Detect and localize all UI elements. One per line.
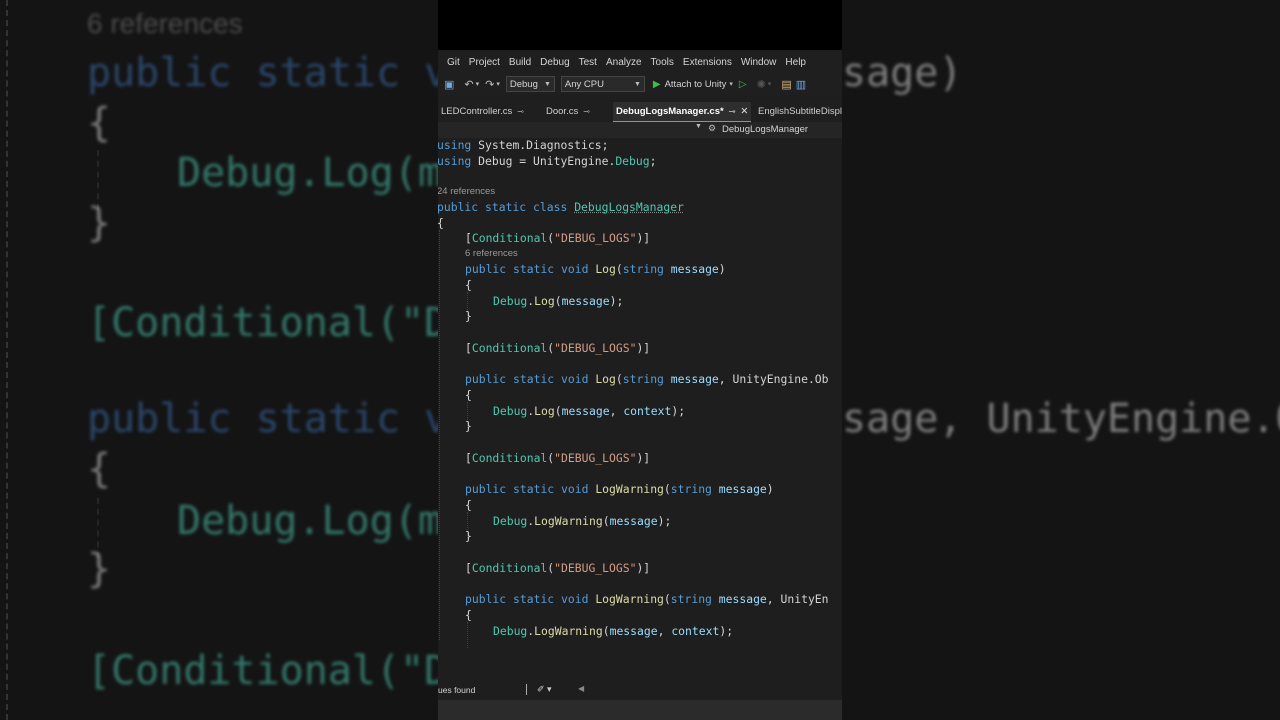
navigation-bar: ▼ ⚙ DebugLogsManager: [438, 122, 842, 138]
pin-icon[interactable]: ⊸: [583, 107, 590, 116]
platform-select[interactable]: Any CPU ▼: [560, 76, 645, 92]
toolbar: ▣ ↶ ▾ ↷ ▾ Debug ▼ Any CPU ▼ ▶ Attach to …: [438, 73, 842, 95]
bg-line: Debug.Log(me: [177, 150, 466, 196]
attach-dropdown-icon[interactable]: ▾: [729, 80, 733, 88]
menu-git[interactable]: Git: [447, 57, 460, 68]
code-line: Debug.LogWarning(message, context);: [493, 624, 734, 638]
bg-line: public static vo: [87, 50, 473, 96]
bg-references: 6 references: [87, 8, 243, 39]
start-without-debug-icon[interactable]: ▷: [739, 79, 747, 90]
tab-englishsubtitledisplay[interactable]: EnglishSubtitleDispla: [755, 102, 842, 121]
code-line: }: [465, 419, 472, 433]
code-line: {: [465, 498, 472, 512]
code-line: public static void Log(string message, U…: [465, 372, 829, 386]
folder-icon[interactable]: ▤: [781, 78, 791, 91]
code-line: }: [465, 529, 472, 543]
configuration-select[interactable]: Debug ▼: [505, 76, 555, 92]
code-line: using Debug = UnityEngine.Debug;: [438, 154, 657, 168]
bg-line: Debug.Log(me: [177, 498, 466, 544]
code-line: [Conditional("DEBUG_LOGS")]: [465, 231, 651, 245]
document-tabs: LEDController.cs ⊸ Door.cs ⊸ DebugLogsMana…: [438, 102, 842, 123]
close-icon[interactable]: ✕: [740, 106, 748, 117]
bg-line: {: [87, 446, 112, 492]
code-line: {: [465, 278, 472, 292]
bottom-bar: [438, 700, 842, 720]
menu-test[interactable]: Test: [579, 57, 597, 68]
save-all-icon[interactable]: ▣: [444, 78, 454, 91]
bg-line: }: [87, 546, 112, 592]
platform-value: Any CPU: [564, 78, 604, 90]
editor-status-bar: ues found ✐ ▾ ◀: [438, 683, 842, 697]
status-separator: [526, 684, 527, 695]
undo-dropdown-icon[interactable]: ▾: [476, 80, 480, 88]
menu-help[interactable]: Help: [785, 57, 806, 68]
pin-icon[interactable]: ⊸: [517, 107, 524, 116]
undo-icon[interactable]: ↶: [464, 78, 473, 91]
indent-guide: [439, 230, 440, 640]
code-line: [Conditional("DEBUG_LOGS")]: [465, 451, 651, 465]
menu-tools[interactable]: Tools: [651, 57, 674, 68]
indent-guide: [467, 622, 468, 648]
codelens-references[interactable]: 6 references: [465, 248, 518, 259]
background-edge-guide: [0, 0, 8, 720]
tab-door[interactable]: Door.cs ⊸: [543, 102, 593, 121]
redo-dropdown-icon[interactable]: ▾: [496, 80, 500, 88]
code-line: [Conditional("DEBUG_LOGS")]: [465, 561, 651, 575]
tab-debuglogsmanager[interactable]: DebugLogsManager.cs* ⊸ ✕: [613, 102, 752, 123]
pin-icon[interactable]: ⊸: [729, 107, 736, 116]
menu-window[interactable]: Window: [741, 57, 777, 68]
chevron-down-icon: ▼: [543, 80, 551, 88]
bg-line: sage): [842, 50, 963, 96]
chevron-down-icon: ▼: [633, 80, 641, 88]
scroll-left-icon[interactable]: ◀: [578, 684, 584, 693]
code-line: {: [465, 608, 472, 622]
member-dropdown[interactable]: DebugLogsManager: [722, 124, 808, 135]
menu-bar: Git Project Build Debug Test Analyze Too…: [438, 52, 842, 72]
code-line: using System.Diagnostics;: [438, 138, 609, 152]
code-line: Debug.LogWarning(message);: [493, 514, 672, 528]
redo-icon[interactable]: ↷: [485, 78, 494, 91]
window-top-black: [438, 0, 842, 50]
bg-line: {: [87, 100, 112, 146]
code-line: public static void LogWarning(string mes…: [465, 482, 774, 496]
chevron-down-icon[interactable]: ▼: [695, 123, 702, 130]
bg-line: sage, UnityEngine.Ob: [842, 396, 1280, 442]
tab-label: EnglishSubtitleDispla: [758, 106, 842, 117]
tab-label: LEDController.cs: [441, 106, 513, 117]
bg-line: }: [87, 200, 112, 246]
bg-line: [Conditional("DE: [87, 300, 473, 346]
code-line: [Conditional("DEBUG_LOGS")]: [465, 341, 651, 355]
tab-label: Door.cs: [546, 106, 579, 117]
issues-status[interactable]: ues found: [438, 685, 475, 695]
menu-build[interactable]: Build: [509, 57, 531, 68]
code-line: public static void LogWarning(string mes…: [465, 592, 829, 606]
code-line: Debug.Log(message, context);: [493, 404, 686, 418]
bg-line: public static vo: [87, 396, 473, 442]
tab-label: DebugLogsManager.cs*: [616, 106, 724, 117]
class-icon: ⚙: [708, 123, 717, 133]
codelens-references[interactable]: 24 references: [438, 186, 495, 197]
code-cleanup-icon[interactable]: ✐ ▾: [537, 684, 552, 695]
attach-to-unity-button[interactable]: Attach to Unity: [665, 79, 727, 90]
menu-analyze[interactable]: Analyze: [606, 57, 642, 68]
code-line: public static class DebugLogsManager: [438, 200, 684, 214]
code-line: Debug.Log(message);: [493, 294, 624, 308]
code-line: }: [465, 309, 472, 323]
hot-reload-icon[interactable]: ✺: [757, 78, 766, 91]
menu-debug[interactable]: Debug: [540, 57, 569, 68]
tab-ledcontroller[interactable]: LEDController.cs ⊸: [438, 102, 527, 121]
bg-line: [Conditional("DE: [87, 648, 473, 694]
menu-extensions[interactable]: Extensions: [683, 57, 732, 68]
play-icon[interactable]: ▶: [653, 79, 661, 90]
menu-project[interactable]: Project: [469, 57, 500, 68]
code-line: public static void Log(string message): [465, 262, 726, 276]
window-layout-icon[interactable]: ▥: [796, 78, 806, 91]
hot-reload-dropdown-icon[interactable]: ▾: [768, 80, 772, 88]
code-editor[interactable]: using System.Diagnostics; using Debug = …: [438, 138, 842, 683]
code-line: {: [465, 388, 472, 402]
visual-studio-window: Git Project Build Debug Test Analyze Too…: [438, 0, 842, 720]
code-line: {: [438, 216, 444, 231]
configuration-value: Debug: [509, 78, 538, 90]
